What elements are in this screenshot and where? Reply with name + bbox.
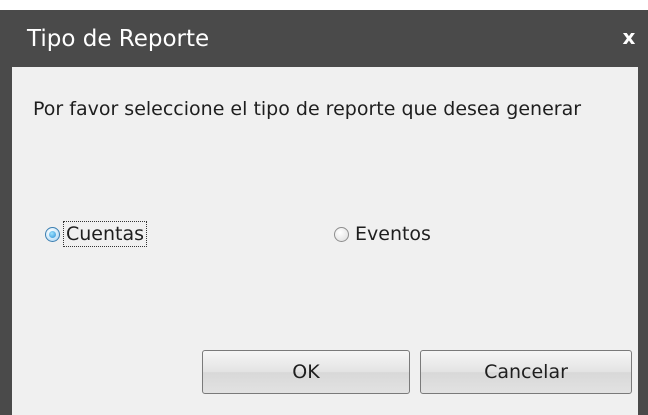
radio-unselected-icon[interactable] — [334, 226, 349, 242]
dialog-titlebar[interactable]: Tipo de Reporte x — [0, 10, 648, 67]
cancel-button[interactable]: Cancelar — [420, 350, 632, 394]
dialog-body: Por favor seleccione el tipo de reporte … — [12, 67, 638, 415]
close-button[interactable]: x — [618, 24, 640, 50]
dialog-frame-right — [638, 67, 648, 415]
ok-button[interactable]: OK — [202, 350, 410, 394]
dialog-frame-left — [0, 67, 12, 415]
report-type-dialog: Tipo de Reporte x Por favor seleccione e… — [0, 10, 648, 415]
dialog-title: Tipo de Reporte — [27, 26, 210, 52]
radio-cuentas[interactable]: Cuentas — [45, 221, 148, 247]
radio-selected-icon[interactable] — [45, 226, 60, 242]
close-icon: x — [622, 25, 636, 49]
radio-eventos-label: Eventos — [355, 223, 431, 245]
radio-cuentas-label: Cuentas — [62, 221, 148, 247]
radio-eventos[interactable]: Eventos — [334, 222, 433, 246]
dialog-message: Por favor seleccione el tipo de reporte … — [33, 98, 582, 120]
